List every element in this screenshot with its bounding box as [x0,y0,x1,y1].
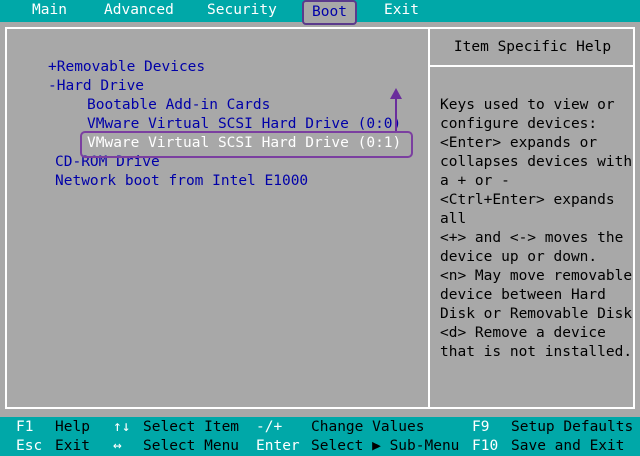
help-line: all [440,211,467,227]
key-f9-desc: Setup Defaults [511,419,634,435]
key-f10-desc: Save and Exit [511,438,625,454]
help-line: <n> May move removable [440,268,633,284]
key-up-down-icon: ↑↓ [113,419,131,435]
key-esc-desc: Exit [55,438,90,454]
boot-item-bootable-add-in-cards[interactable]: Bootable Add-in Cards [87,96,270,115]
key-left-right-icon: ↔ [113,438,122,454]
menu-boot[interactable]: Boot [302,0,357,25]
key-up-down-desc: Select Item [143,419,240,435]
help-line: collapses devices with [440,154,633,170]
key-minus-plus: -/+ [256,419,283,435]
help-line: Disk or Removable Disk [440,306,633,322]
help-line: <d> Remove a device [440,325,606,341]
help-line: that is not installed. [440,344,633,360]
help-line: Keys used to view or [440,97,615,113]
help-line: configure devices: [440,116,598,132]
top-menu-bar: Main Advanced Security Boot Exit [0,0,640,25]
menu-exit[interactable]: Exit [384,0,419,22]
key-f10: F10 [472,438,499,454]
help-line: device between Hard [440,287,606,303]
menu-advanced[interactable]: Advanced [104,0,174,22]
boot-item-network-boot[interactable]: Network boot from Intel E1000 [55,172,308,191]
help-title-divider [430,65,635,67]
key-f9: F9 [472,419,490,435]
key-left-right-desc: Select Menu [143,438,240,454]
selection-highlight-box [80,131,413,158]
key-legend-footer: F1 Help ↑↓ Select Item -/+ Change Values… [0,417,640,456]
boot-item-hard-drive[interactable]: -Hard Drive [48,77,144,96]
menu-security[interactable]: Security [207,0,277,22]
key-enter: Enter [256,438,300,454]
key-esc: Esc [16,438,43,454]
help-line: <Ctrl+Enter> expands [440,192,615,208]
help-line: <Enter> expands or [440,135,598,151]
help-line: <+> and <-> moves the [440,230,624,246]
help-line: a + or - [440,173,510,189]
help-line: device up or down. [440,249,598,265]
key-f1: F1 [16,419,34,435]
key-minus-plus-desc: Change Values [311,419,425,435]
key-enter-desc: Select ▶ Sub-Menu [311,438,460,454]
up-arrow-shaft [395,98,397,131]
up-arrow-icon [390,88,402,99]
menu-main[interactable]: Main [32,0,67,22]
key-f1-desc: Help [55,419,90,435]
boot-item-removable-devices[interactable]: +Removable Devices [48,58,205,77]
help-panel-title: Item Specific Help [453,39,612,55]
panel-divider [428,29,430,409]
